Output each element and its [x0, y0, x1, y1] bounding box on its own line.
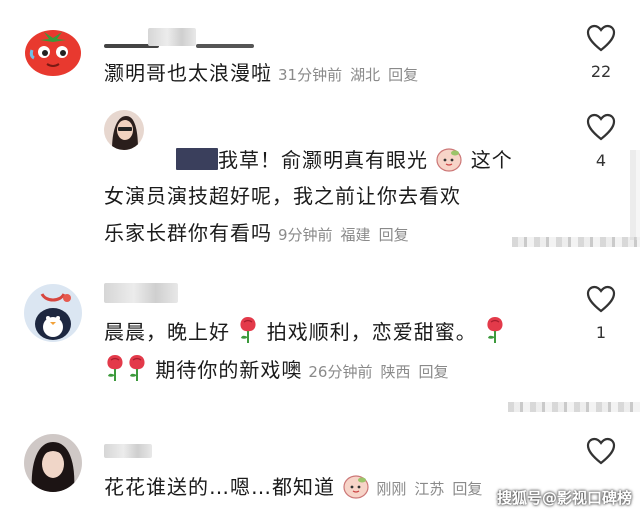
comment-body-part: 期待你的新戏噢	[155, 358, 303, 382]
comment-location: 江苏	[414, 480, 445, 498]
comment-text: 乐家长群你有看吗 9分钟前 福建 回复	[104, 216, 417, 252]
avatar-tomato[interactable]	[22, 20, 84, 78]
comment-location: 陕西	[380, 363, 411, 381]
peach-emoji-icon	[436, 148, 462, 172]
blurred-divider	[508, 402, 640, 412]
comment-location: 湖北	[350, 66, 381, 84]
comment-time: 9分钟前	[278, 226, 333, 244]
heart-outline-icon[interactable]	[586, 24, 616, 52]
comment-text: 期待你的新戏噢 26分钟前 陕西 回复	[104, 352, 456, 389]
username-blurred-block	[148, 28, 196, 46]
like-count: 1	[595, 323, 607, 342]
comment-text-line: 女演员演技超好呢，我之前让你去看欢	[104, 184, 461, 208]
rose-emoji-icon	[107, 355, 123, 381]
avatar-woman[interactable]	[104, 110, 144, 150]
reply-button[interactable]: 回复	[418, 363, 448, 381]
peach-emoji-icon	[343, 475, 369, 499]
blurred-divider	[512, 237, 640, 247]
like-count: 22	[590, 62, 612, 81]
comment-time: 26分钟前	[308, 363, 373, 381]
reply-button[interactable]: 回复	[388, 66, 418, 84]
rose-emoji-icon	[129, 355, 145, 381]
comment-body: 灏明哥也太浪漫啦	[104, 61, 272, 85]
comment-body-part: 这个	[470, 148, 513, 172]
rose-emoji-icon	[487, 317, 503, 343]
comment-text: 我草！俞灏明真有眼光 这个	[218, 143, 513, 177]
username-blurred-tail	[196, 44, 254, 48]
heart-outline-icon[interactable]	[586, 437, 616, 465]
blurred-divider-edge	[630, 150, 640, 240]
comment-time: 31分钟前	[278, 66, 343, 84]
heart-outline-icon[interactable]	[586, 113, 616, 141]
username-blurred[interactable]	[176, 148, 218, 170]
comment-body-part: 晨晨，晚上好	[104, 320, 230, 344]
heart-outline-icon[interactable]	[586, 285, 616, 313]
comment-text: 晨晨，晚上好 拍戏顺利，恋爱甜蜜。	[104, 314, 506, 349]
reply-button[interactable]: 回复	[452, 480, 482, 498]
comment-body-part: 乐家长群你有看吗	[104, 221, 272, 245]
username-blurred[interactable]	[104, 444, 152, 458]
comment-location: 福建	[340, 226, 371, 244]
rose-emoji-icon	[240, 317, 256, 343]
reply-button[interactable]: 回复	[379, 226, 409, 244]
avatar-penguin[interactable]	[24, 284, 82, 342]
comment-time: 刚刚	[376, 480, 407, 498]
watermark: 搜狐号@影视口碑榜	[496, 489, 632, 507]
avatar-woman-dark-hair[interactable]	[24, 434, 82, 492]
username-blurred[interactable]	[104, 283, 178, 303]
comment-body-part: 拍戏顺利，恋爱甜蜜。	[266, 320, 477, 344]
comment-text: 花花谁送的…嗯…都知道 刚刚 江苏 回复	[104, 470, 490, 506]
comment-body: 花花谁送的…嗯…都知道	[104, 475, 335, 499]
like-count: 4	[595, 151, 607, 170]
comment-text: 灏明哥也太浪漫啦 31分钟前 湖北 回复	[104, 56, 426, 92]
comment-body-part: 我草！俞灏明真有眼光	[218, 148, 428, 172]
